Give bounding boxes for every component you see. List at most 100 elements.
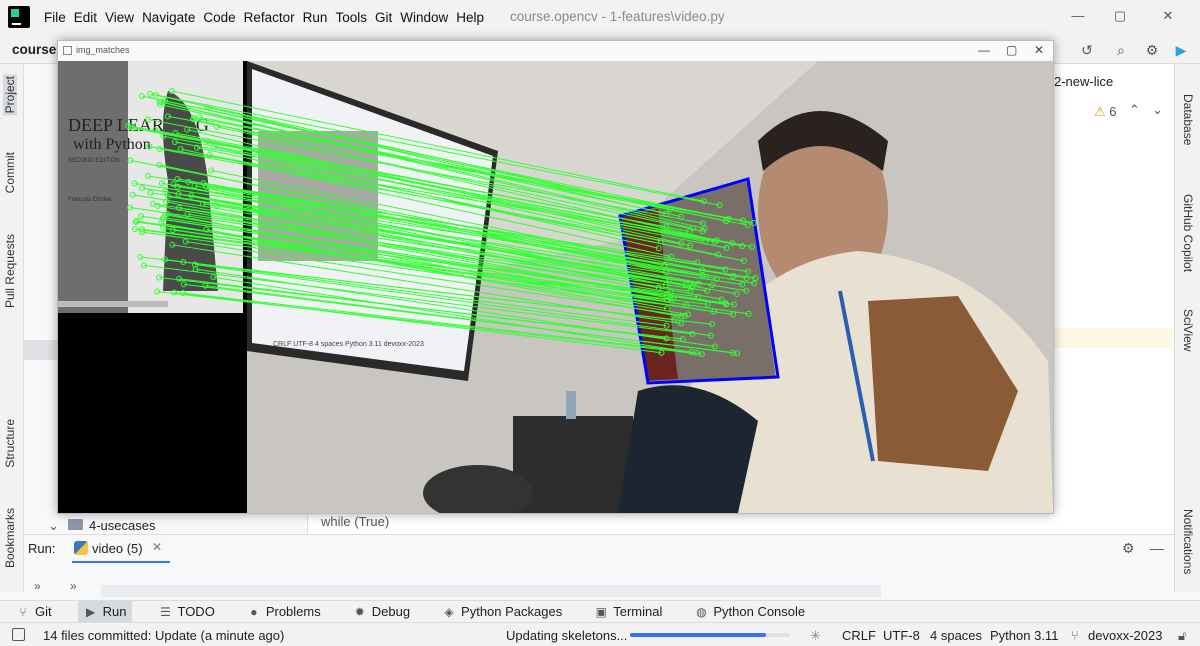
maximize-icon[interactable]: ▢: [1112, 8, 1128, 24]
bottle: [566, 391, 576, 419]
book-edition: SECOND EDITION: [68, 158, 120, 164]
right-tool-strip: Database GitHub Copilot SciView Notifica…: [1174, 64, 1200, 592]
python-console-icon: ◍: [696, 604, 707, 619]
tool-tab-label: Python Console: [713, 604, 806, 619]
cv-close-icon[interactable]: ✕: [1034, 43, 1044, 57]
tool-tab-label: Git: [35, 604, 52, 619]
menu-run[interactable]: Run: [303, 10, 328, 25]
python-interpreter[interactable]: Python 3.11: [990, 628, 1058, 643]
highlight-line: [1054, 328, 1174, 348]
tool-sciview[interactable]: SciView: [1181, 309, 1195, 351]
search-icon[interactable]: ⌕: [1112, 41, 1130, 59]
main-menu: File Edit View Navigate Code Refactor Run Tools…: [44, 10, 492, 25]
left-tool-strip: Project Commit Pull Requests Structure B…: [0, 64, 24, 592]
tree-expand-icon[interactable]: ⌄: [48, 518, 59, 534]
menu-git[interactable]: Git: [375, 10, 392, 25]
book-title-line2: with Python: [73, 136, 151, 153]
line-separator[interactable]: CRLF: [842, 628, 876, 643]
tool-tab-label: Run: [102, 604, 127, 619]
file-encoding[interactable]: UTF-8: [883, 628, 920, 643]
tool-project[interactable]: Project: [3, 74, 17, 116]
code-breadcrumb[interactable]: while (True): [321, 514, 389, 529]
git-branch[interactable]: devoxx-2023: [1088, 628, 1162, 643]
gear-icon[interactable]: ⚙: [1143, 41, 1161, 59]
todo-icon: ☰: [160, 604, 171, 619]
lock-icon[interactable]: 🔓︎: [1178, 628, 1186, 644]
minimize-icon[interactable]: —: [1070, 8, 1086, 24]
tree-item-usecases[interactable]: 4-usecases: [89, 518, 155, 533]
menu-help[interactable]: Help: [456, 10, 484, 25]
opencv-window-icon: [63, 46, 72, 55]
debug-icon: ✹: [354, 604, 365, 619]
task-progress-fill: [630, 633, 766, 637]
opencv-window-title: img_matches: [76, 45, 130, 55]
tool-tab-python-console[interactable]: ◍ Python Console: [688, 601, 811, 623]
tool-tab-run[interactable]: ▶ Run: [77, 600, 133, 623]
folder-icon: [68, 519, 83, 530]
spinner-icon: ✳: [810, 628, 821, 643]
indent-setting[interactable]: 4 spaces: [930, 628, 982, 643]
problems-icon: ●: [250, 604, 258, 619]
jetbrains-ai-icon[interactable]: ▶: [1172, 41, 1190, 59]
tool-tab-label: Terminal: [613, 604, 663, 619]
tool-tab-label: Problems: [265, 604, 321, 619]
tool-commit[interactable]: Commit: [3, 152, 17, 193]
tool-tab-git[interactable]: ⑂ Git: [10, 601, 58, 623]
menu-file[interactable]: File: [44, 10, 66, 25]
run-label: Run:: [28, 541, 56, 556]
bottom-tool-bar: ⑂ Git ▶ Run ☰ TODO ● Problems ✹ Debug ◈ Python Pack…: [0, 600, 1200, 623]
tool-bookmarks[interactable]: Bookmarks: [3, 508, 17, 568]
tool-tab-todo[interactable]: ☰ TODO: [152, 601, 220, 623]
branch-icon: ⑂: [1071, 628, 1079, 643]
match-image-canvas: CRLF UTF-8 4 spaces Python 3.11 devoxx-2…: [58, 61, 1053, 513]
menu-tools[interactable]: Tools: [335, 10, 367, 25]
menu-window[interactable]: Window: [400, 10, 448, 25]
tool-tab-problems[interactable]: ● Problems: [241, 601, 327, 623]
menu-view[interactable]: View: [105, 10, 134, 25]
menu-edit[interactable]: Edit: [74, 10, 97, 25]
tool-tab-python-packages[interactable]: ◈ Python Packages: [436, 601, 568, 623]
console-output-scroll[interactable]: [101, 585, 881, 597]
background-task[interactable]: Updating skeletons...: [506, 628, 627, 643]
opencv-window[interactable]: img_matches — ▢ ✕ CRLF UTF-8 4 spaces Py…: [57, 40, 1054, 514]
tool-structure[interactable]: Structure: [3, 419, 17, 468]
tool-pull-requests[interactable]: Pull Requests: [3, 234, 17, 308]
run-prompt-1: »: [34, 579, 41, 593]
window-title: course.opencv - 1-features\video.py: [510, 9, 725, 24]
minimize-panel-icon[interactable]: —: [1150, 540, 1164, 556]
tool-tab-terminal[interactable]: ▣ Terminal: [588, 601, 668, 623]
menu-refactor[interactable]: Refactor: [244, 10, 295, 25]
run-prompt-2: »: [70, 579, 77, 593]
tool-database[interactable]: Database: [1181, 94, 1195, 145]
tool-tab-label: Debug: [371, 604, 411, 619]
tool-github-copilot[interactable]: GitHub Copilot: [1181, 194, 1195, 272]
close-tab-icon[interactable]: ✕: [152, 540, 162, 554]
warning-count-value: 6: [1109, 104, 1117, 119]
run-icon: ▶: [86, 604, 96, 619]
book-cover-bottom: [58, 301, 168, 307]
run-tab-label: video (5): [92, 541, 143, 556]
back-icon[interactable]: ↺: [1078, 41, 1096, 59]
chevron-up-icon[interactable]: ⌃: [1129, 102, 1140, 118]
warning-count[interactable]: ⚠ 6: [1094, 104, 1117, 120]
screen-status-text: CRLF UTF-8 4 spaces Python 3.11 devoxx-2…: [273, 341, 424, 348]
cv-maximize-icon[interactable]: ▢: [1006, 43, 1017, 57]
python-icon: [74, 541, 88, 555]
cv-minimize-icon[interactable]: —: [978, 43, 990, 57]
tool-notifications[interactable]: Notifications: [1181, 509, 1195, 574]
run-settings-icon[interactable]: ⚙: [1122, 540, 1135, 557]
run-tab[interactable]: video (5) ✕: [72, 539, 170, 563]
tool-tab-debug[interactable]: ✹ Debug: [347, 601, 416, 623]
chevron-down-icon[interactable]: ⌄: [1152, 102, 1163, 118]
book-author: François Chollet: [68, 197, 112, 203]
editor-tab-partial[interactable]: 2-new-lice: [1054, 74, 1113, 89]
commit-status[interactable]: 14 files committed: Update (a minute ago…: [43, 628, 284, 643]
python-packages-icon: ◈: [444, 604, 454, 619]
menu-navigate[interactable]: Navigate: [142, 10, 195, 25]
close-icon[interactable]: ✕: [1160, 8, 1176, 24]
task-progress-bar: [630, 633, 790, 637]
tool-tab-label: Python Packages: [461, 604, 563, 619]
opencv-window-titlebar[interactable]: img_matches — ▢ ✕: [58, 41, 1053, 61]
menu-code[interactable]: Code: [203, 10, 235, 25]
toggle-panels-icon[interactable]: [12, 628, 25, 641]
